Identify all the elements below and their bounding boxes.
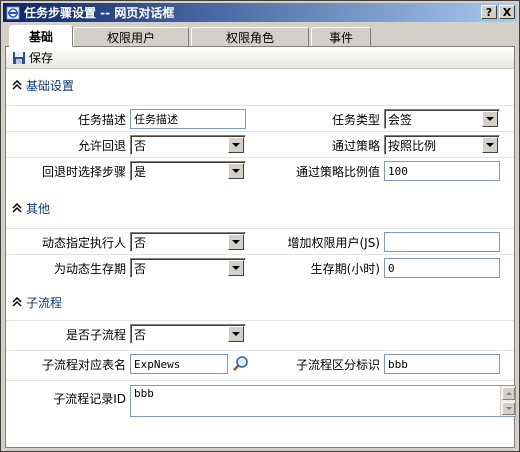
save-button[interactable]: 保存 bbox=[6, 49, 53, 66]
form-row: 回退时选择步骤 是 通过策略比例值 100 bbox=[6, 157, 514, 183]
task-type-select[interactable]: 会签 bbox=[384, 109, 500, 129]
section-subflow[interactable]: 子流程 bbox=[6, 291, 514, 313]
section-title: 基础设置 bbox=[26, 78, 75, 93]
chevron-down-icon[interactable] bbox=[228, 163, 244, 179]
chevron-down-icon[interactable] bbox=[482, 137, 498, 153]
title-bar[interactable]: 任务步骤设置 -- 网页对话框 ? X bbox=[3, 3, 517, 22]
chevron-down-icon[interactable] bbox=[228, 137, 244, 153]
dyn-executor-label: 动态指定执行人 bbox=[41, 235, 126, 250]
double-chevron-up-icon bbox=[12, 80, 22, 90]
dyn-lifetime-select[interactable]: 否 bbox=[130, 258, 246, 278]
section-other[interactable]: 其他 bbox=[6, 197, 514, 219]
form-row: 子流程对应表名 ExpNews 子流程区分标识 bbb bbox=[6, 350, 514, 376]
pass-ratio-label: 通过策略比例值 bbox=[295, 164, 380, 179]
form-row: 为动态生存期 否 生存期(小时) 0 bbox=[6, 254, 514, 280]
is-subflow-value: 否 bbox=[134, 327, 147, 342]
subflow-record-id-textarea[interactable]: bbb bbox=[130, 385, 516, 417]
window-icon bbox=[6, 6, 20, 19]
task-type-value: 会签 bbox=[388, 112, 413, 127]
double-chevron-up-icon bbox=[12, 297, 22, 307]
back-select-step-label: 回退时选择步骤 bbox=[41, 164, 126, 179]
dyn-executor-select[interactable]: 否 bbox=[130, 232, 246, 252]
tab-perm-roles[interactable]: 权限角色 bbox=[191, 27, 309, 47]
scroll-down-icon[interactable] bbox=[502, 402, 515, 415]
double-chevron-up-icon bbox=[12, 203, 22, 213]
dialog-window: 任务步骤设置 -- 网页对话框 ? X 基础 权限用户 权限角色 事件 保存 基… bbox=[0, 0, 520, 452]
window-title: 任务步骤设置 -- 网页对话框 bbox=[24, 6, 175, 20]
form-row: 任务描述 任务描述 任务类型 会签 bbox=[6, 105, 514, 131]
section-basic[interactable]: 基础设置 bbox=[6, 74, 514, 96]
form-row: 允许回退 否 通过策略 按照比例 bbox=[6, 131, 514, 157]
form-row: 动态指定执行人 否 增加权限用户(JS) bbox=[6, 228, 514, 254]
section-title: 子流程 bbox=[26, 295, 63, 310]
pass-policy-label: 通过策略 bbox=[331, 138, 380, 153]
chevron-down-icon[interactable] bbox=[228, 234, 244, 250]
dyn-executor-value: 否 bbox=[134, 235, 147, 250]
subflow-record-id-label: 子流程记录ID bbox=[53, 391, 126, 406]
dyn-lifetime-value: 否 bbox=[134, 261, 147, 276]
pass-ratio-input[interactable]: 100 bbox=[384, 161, 500, 181]
pass-policy-value: 按照比例 bbox=[388, 138, 437, 153]
chevron-down-icon[interactable] bbox=[228, 326, 244, 342]
task-type-label: 任务类型 bbox=[331, 112, 380, 127]
chevron-down-icon[interactable] bbox=[482, 111, 498, 127]
tab-perm-users[interactable]: 权限用户 bbox=[73, 27, 189, 47]
toolbar: 保存 bbox=[6, 47, 514, 69]
tab-strip: 基础 权限用户 权限角色 事件 bbox=[5, 25, 515, 47]
dyn-lifetime-label: 为动态生存期 bbox=[53, 261, 126, 276]
allow-back-value: 否 bbox=[134, 138, 147, 153]
tab-basic[interactable]: 基础 bbox=[9, 25, 73, 47]
scrollbar[interactable] bbox=[500, 386, 515, 416]
lifetime-hours-input[interactable]: 0 bbox=[384, 258, 500, 278]
scroll-up-icon[interactable] bbox=[502, 387, 515, 400]
add-perm-users-label: 增加权限用户(JS) bbox=[287, 235, 380, 250]
form-row: 子流程记录ID bbb bbox=[6, 380, 516, 420]
add-perm-users-input[interactable] bbox=[384, 232, 500, 252]
lifetime-hours-label: 生存期(小时) bbox=[310, 261, 380, 276]
is-subflow-select[interactable]: 否 bbox=[130, 324, 246, 344]
subflow-flag-label: 子流程区分标识 bbox=[295, 357, 380, 372]
back-select-step-select[interactable]: 是 bbox=[130, 161, 246, 181]
allow-back-select[interactable]: 否 bbox=[130, 135, 246, 155]
is-subflow-label: 是否子流程 bbox=[65, 327, 126, 342]
form-row: 是否子流程 否 bbox=[6, 320, 514, 346]
task-desc-input[interactable]: 任务描述 bbox=[130, 109, 246, 129]
allow-back-label: 允许回退 bbox=[77, 138, 126, 153]
subflow-flag-input[interactable]: bbb bbox=[384, 354, 500, 374]
back-select-step-value: 是 bbox=[134, 164, 147, 179]
magnifier-icon[interactable] bbox=[232, 355, 250, 373]
floppy-disk-icon bbox=[13, 51, 25, 64]
tab-events[interactable]: 事件 bbox=[311, 27, 371, 47]
chevron-down-icon[interactable] bbox=[228, 260, 244, 276]
section-title: 其他 bbox=[26, 201, 51, 216]
close-button[interactable]: X bbox=[499, 5, 515, 19]
subflow-record-id-value: bbb bbox=[134, 387, 154, 400]
task-desc-label: 任务描述 bbox=[77, 112, 126, 127]
subflow-table-input[interactable]: ExpNews bbox=[130, 354, 228, 374]
save-label: 保存 bbox=[29, 51, 54, 65]
help-button[interactable]: ? bbox=[481, 5, 497, 19]
pass-policy-select[interactable]: 按照比例 bbox=[384, 135, 500, 155]
tab-panel: 保存 基础设置 任务描述 任务描述 任务类型 会签 允许回退 否 通过策略 按照… bbox=[5, 46, 516, 448]
subflow-table-label: 子流程对应表名 bbox=[41, 357, 126, 372]
